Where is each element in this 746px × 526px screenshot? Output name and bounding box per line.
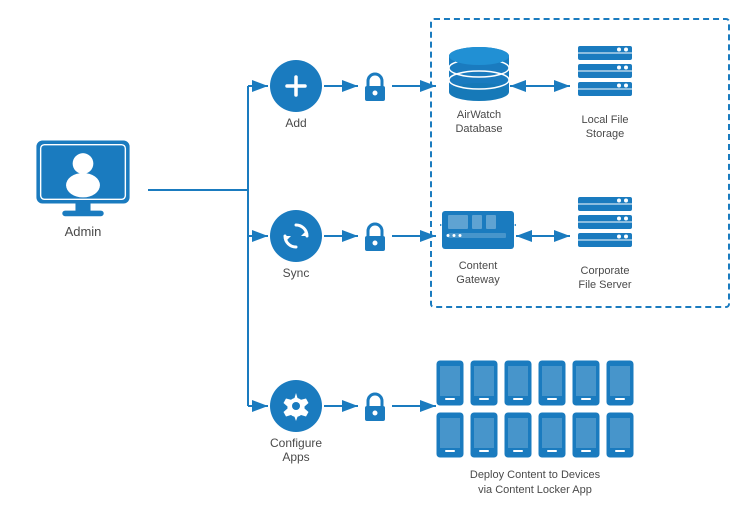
- phone-6: [606, 360, 634, 406]
- sync-label: Sync: [283, 266, 310, 280]
- phone-11: [572, 412, 600, 458]
- corporate-file-server: CorporateFile Server: [570, 195, 640, 293]
- configure-circle: [270, 380, 322, 432]
- sync-circle: [270, 210, 322, 262]
- phone-9: [504, 412, 532, 458]
- add-circle: [270, 60, 322, 112]
- phone-4: [538, 360, 566, 406]
- local-storage-label: Local FileStorage: [581, 113, 628, 142]
- local-file-storage: Local FileStorage: [570, 44, 640, 142]
- configure-label: Configure Apps: [270, 436, 322, 464]
- add-action-node: Add: [270, 60, 322, 130]
- phone-8: [470, 412, 498, 458]
- lock-icon-add: [358, 70, 392, 104]
- mobile-row-1: [436, 360, 634, 406]
- deploy-content-label: Deploy Content to Devicesvia Content Loc…: [470, 468, 600, 499]
- phone-10: [538, 412, 566, 458]
- phone-3: [504, 360, 532, 406]
- mobile-row-2: [436, 412, 634, 458]
- sync-icon: [281, 221, 311, 251]
- sync-action-node: Sync: [270, 210, 322, 280]
- phone-2: [470, 360, 498, 406]
- corporate-label: CorporateFile Server: [578, 264, 631, 293]
- airwatch-db-label: AirWatchDatabase: [455, 108, 502, 137]
- add-label: Add: [285, 116, 306, 130]
- phone-5: [572, 360, 600, 406]
- monitor-icon: [33, 140, 133, 220]
- phone-12: [606, 412, 634, 458]
- database-icon: [444, 44, 514, 104]
- mobile-devices-group: Deploy Content to Devicesvia Content Loc…: [436, 360, 634, 499]
- corporate-storage-icon: [570, 195, 640, 260]
- admin-label: Admin: [65, 224, 102, 239]
- gateway-label: ContentGateway: [456, 259, 499, 288]
- admin-section: Admin: [18, 140, 148, 239]
- gateway-icon: [440, 205, 516, 255]
- lock-add: [358, 70, 392, 109]
- lock-icon-configure: [358, 390, 392, 424]
- configure-action-node: Configure Apps: [270, 380, 322, 464]
- local-storage-icon: [570, 44, 640, 109]
- diagram: Admin Add Sync: [0, 0, 746, 526]
- lock-icon-sync: [358, 220, 392, 254]
- phone-7: [436, 412, 464, 458]
- content-gateway: ContentGateway: [440, 205, 516, 288]
- gear-icon: [281, 391, 311, 421]
- lock-configure: [358, 390, 392, 429]
- plus-icon: [282, 72, 310, 100]
- airwatch-db: AirWatchDatabase: [444, 44, 514, 137]
- lock-sync: [358, 220, 392, 259]
- phone-1: [436, 360, 464, 406]
